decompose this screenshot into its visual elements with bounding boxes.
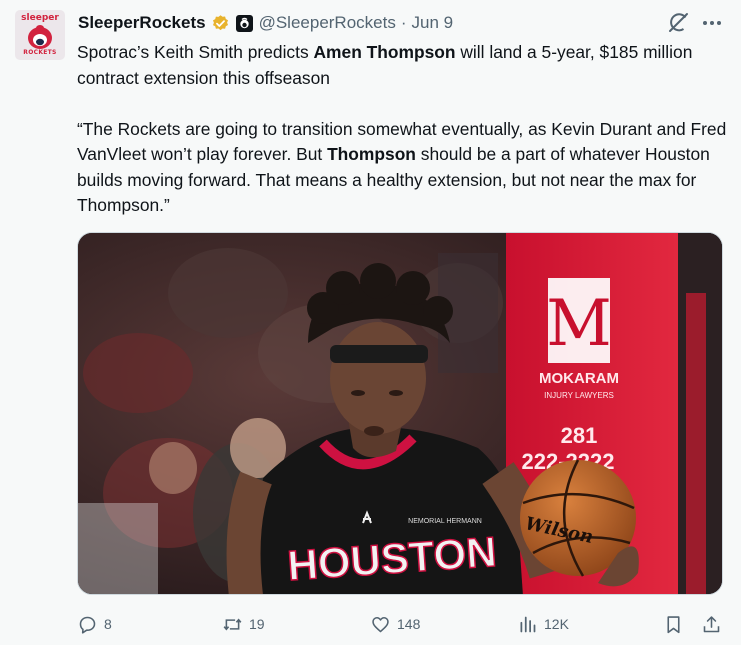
jersey-patch: NEMORIAL HERMANN: [408, 518, 482, 525]
share-button[interactable]: [701, 609, 722, 639]
views-count: 12K: [544, 616, 569, 632]
repost-icon: [223, 617, 242, 631]
reply-button[interactable]: 8: [77, 609, 112, 639]
heart-icon: [372, 616, 389, 632]
bookmark-button[interactable]: [663, 609, 684, 639]
display-name[interactable]: SleeperRockets: [78, 13, 206, 33]
views-chart-icon: [520, 616, 536, 632]
handle[interactable]: @SleeperRockets: [259, 13, 396, 33]
bold-mention: Thompson: [327, 144, 416, 164]
repost-button[interactable]: 19: [222, 609, 265, 639]
verified-badge-icon[interactable]: [211, 14, 230, 33]
avatar-brand-bottom: ROCKETS: [23, 49, 57, 56]
bookmark-icon: [667, 615, 680, 633]
separator-dot: ·: [400, 13, 407, 32]
sign-phone-1: 281: [561, 423, 598, 448]
sign-line-2: INJURY LAWYERS: [544, 391, 614, 400]
sign-line-1: MOKARAM: [539, 370, 619, 387]
share-icon: [703, 615, 720, 632]
bold-mention: Amen Thompson: [313, 42, 456, 62]
tweet[interactable]: sleeper ROCKETS SleeperRockets @SleeperR…: [0, 0, 741, 645]
grok-button[interactable]: [666, 11, 690, 35]
sign-logo: M: [546, 287, 612, 361]
photo-basketball-player: M MOKARAM INJURY LAWYERS 281 222-2222 HO…: [78, 233, 722, 594]
like-count: 148: [397, 616, 421, 632]
tweet-text: Spotrac’s Keith Smith predicts Amen Thom…: [77, 40, 727, 219]
more-options-button[interactable]: [700, 11, 724, 35]
like-button[interactable]: 148: [370, 609, 420, 639]
tweet-paragraph-2: “The Rockets are going to transition som…: [77, 117, 727, 219]
reply-count: 8: [104, 616, 112, 632]
timestamp[interactable]: Jun 9: [412, 13, 454, 33]
views-button[interactable]: 12K: [517, 609, 569, 639]
repost-count: 19: [249, 616, 265, 632]
avatar[interactable]: sleeper ROCKETS: [15, 10, 65, 60]
tweet-photo[interactable]: M MOKARAM INJURY LAWYERS 281 222-2222 HO…: [77, 232, 723, 595]
affiliate-badge-icon[interactable]: [235, 14, 253, 32]
more-horizontal-icon: [703, 21, 721, 25]
reply-icon: [79, 616, 96, 634]
tweet-header: SleeperRockets @SleeperRockets · Jun 9: [78, 12, 453, 34]
text-segment: Spotrac’s Keith Smith predicts: [77, 42, 314, 62]
tweet-paragraph-1: Spotrac’s Keith Smith predicts Amen Thom…: [77, 40, 727, 91]
action-bar: 8 19 148 12K: [0, 609, 741, 639]
grok-icon: [669, 13, 688, 32]
